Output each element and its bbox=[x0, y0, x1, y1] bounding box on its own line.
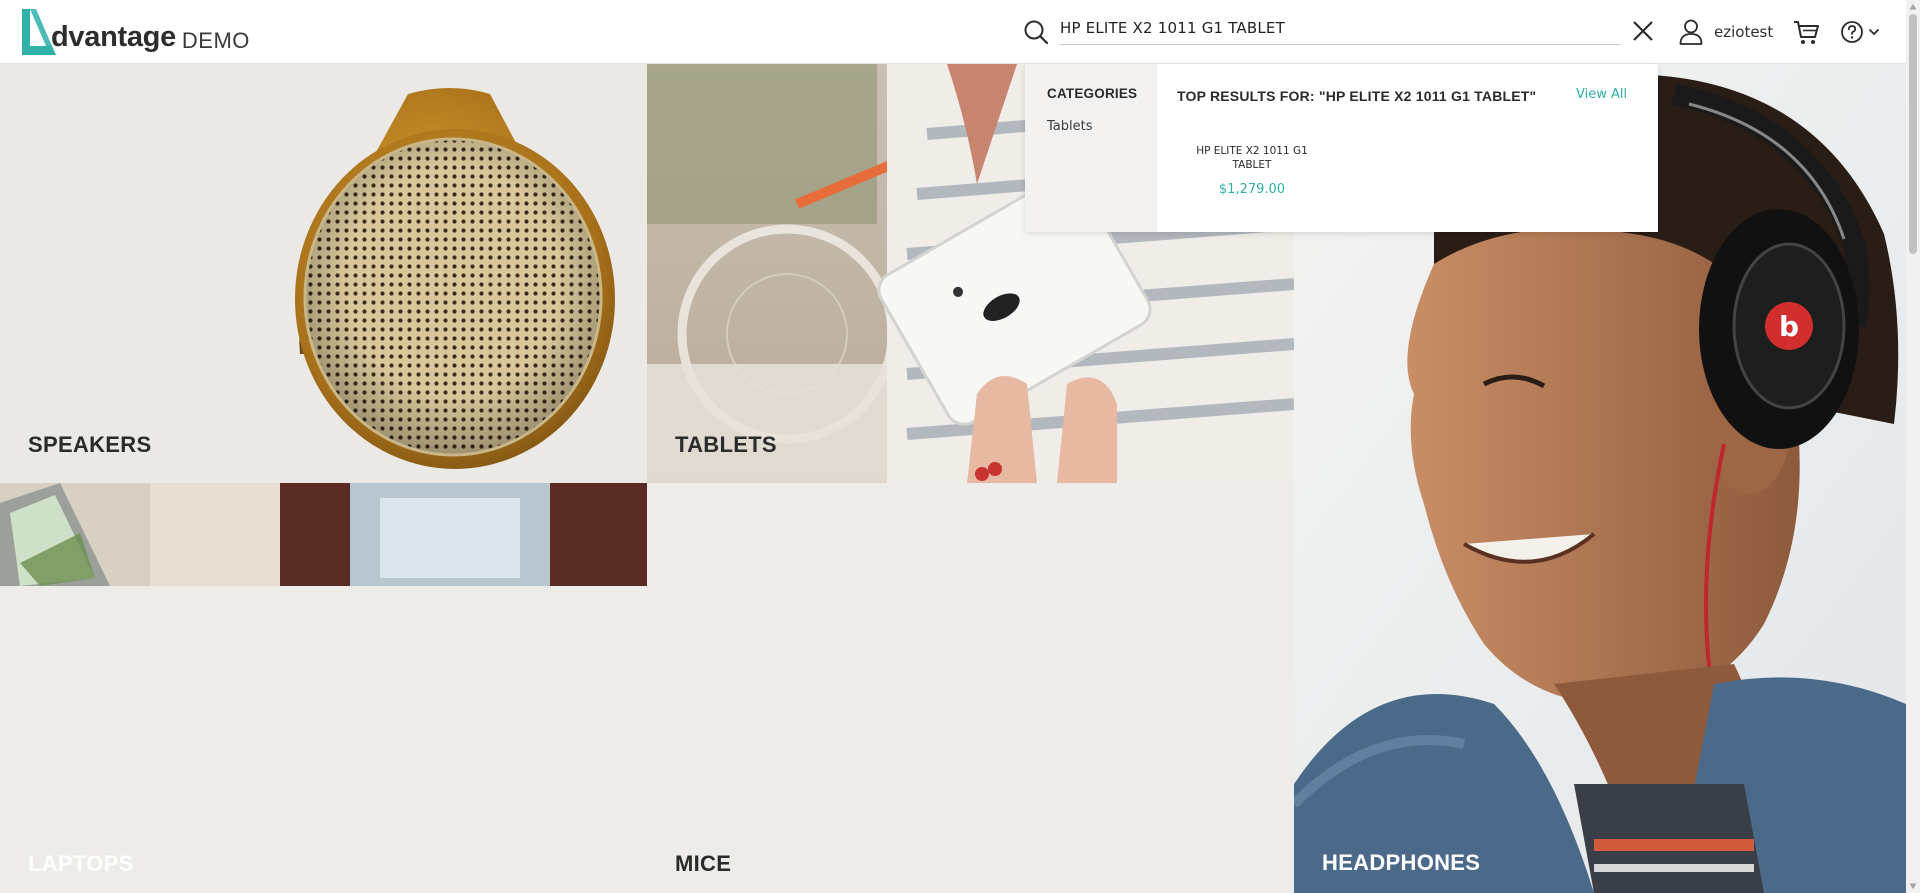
help-icon bbox=[1841, 21, 1863, 43]
help-menu-button[interactable] bbox=[1840, 19, 1880, 45]
tile-label-mice: MICE bbox=[675, 851, 732, 876]
top-header: dvantage DEMO eziotest bbox=[0, 0, 1906, 64]
chevron-down-icon bbox=[1868, 28, 1880, 36]
category-link-tablets[interactable]: Tablets bbox=[1047, 119, 1157, 134]
scroll-down-arrow-icon[interactable] bbox=[1909, 882, 1917, 890]
user-menu-button[interactable]: eziotest bbox=[1678, 17, 1773, 47]
user-name: eziotest bbox=[1714, 23, 1774, 41]
laptop-image bbox=[0, 483, 647, 586]
scroll-up-arrow-icon[interactable] bbox=[1909, 3, 1917, 11]
tile-label-headphones: HEADPHONES bbox=[1322, 850, 1481, 875]
category-tile-speakers[interactable]: SPEAKERS bbox=[0, 64, 647, 483]
tile-label-tablets: TABLETS bbox=[675, 432, 777, 457]
category-tile-mice[interactable]: MICE bbox=[647, 483, 1294, 893]
result-product-name: HP ELITE X2 1011 G1 TABLET bbox=[1196, 145, 1308, 171]
logo-link[interactable]: dvantage DEMO bbox=[22, 9, 250, 55]
logo-suffix: DEMO bbox=[181, 28, 250, 53]
logo-word: dvantage bbox=[51, 21, 176, 53]
view-all-link[interactable]: View All bbox=[1576, 87, 1627, 102]
tile-label-laptops: LAPTOPS bbox=[28, 851, 134, 876]
top-results-title: TOP RESULTS FOR: "HP ELITE X2 1011 G1 TA… bbox=[1177, 88, 1537, 104]
user-icon bbox=[1679, 19, 1703, 45]
svg-text:b: b bbox=[1779, 310, 1799, 343]
page-scrollbar[interactable] bbox=[1906, 0, 1920, 893]
scrollbar-thumb[interactable] bbox=[1909, 14, 1917, 254]
search-results-dropdown: CATEGORIES Tablets TOP RESULTS FOR: "HP … bbox=[1025, 64, 1658, 232]
result-product[interactable]: HP ELITE X2 1011 G1 TABLET $1,279.00 bbox=[1193, 144, 1311, 197]
close-icon[interactable] bbox=[1630, 18, 1656, 44]
search-input[interactable] bbox=[1060, 15, 1620, 45]
categories-title: CATEGORIES bbox=[1047, 86, 1138, 101]
categories-panel: CATEGORIES Tablets bbox=[1025, 64, 1157, 232]
speaker-image bbox=[295, 88, 615, 469]
cart-icon[interactable] bbox=[1792, 18, 1820, 46]
category-tile-laptops[interactable]: LAPTOPS bbox=[0, 483, 647, 893]
search-bar bbox=[1020, 14, 1660, 48]
search-icon[interactable] bbox=[1022, 18, 1050, 46]
tile-label-speakers: SPEAKERS bbox=[28, 432, 152, 457]
result-product-price: $1,279.00 bbox=[1218, 182, 1286, 197]
